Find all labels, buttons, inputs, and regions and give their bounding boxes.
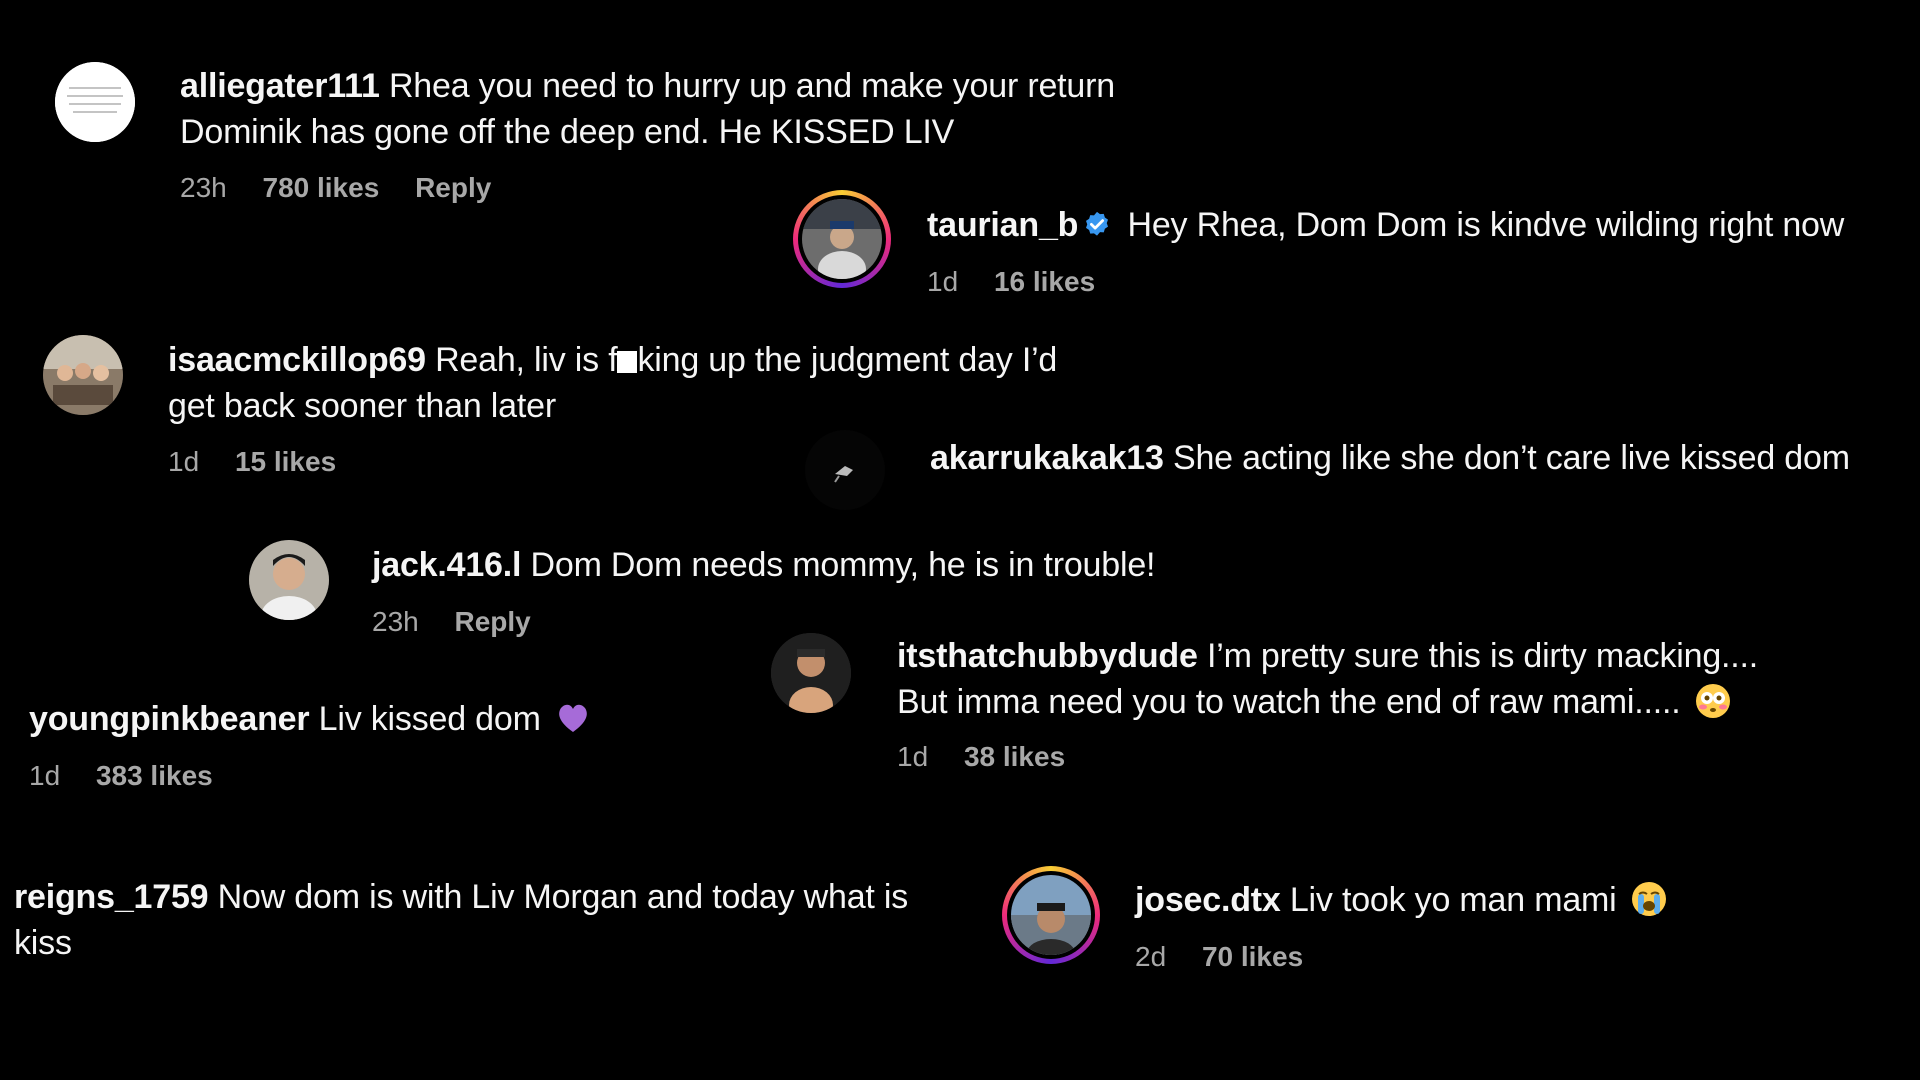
comment-text: Hey Rhea, Dom Dom is kindve wilding righ… xyxy=(1127,206,1845,244)
comment-text: Liv took yo man mami xyxy=(1289,881,1617,919)
username-link[interactable]: alliegater111 xyxy=(180,67,380,105)
comment-body: jack.416.l Dom Dom needs mommy, he is in… xyxy=(372,542,1272,588)
comment-text: She acting like she don’t care live kiss… xyxy=(1172,439,1850,477)
comment-text: Dominik has gone off the deep end. He KI… xyxy=(180,113,955,151)
comment-text: Rhea you need to hurry up and make your … xyxy=(388,67,1115,105)
purple-heart-emoji xyxy=(558,704,587,732)
reply-button[interactable]: Reply xyxy=(415,172,491,203)
comment-text: kiss xyxy=(14,924,72,962)
likes-count[interactable]: 780 likes xyxy=(263,172,380,203)
comment-body: josec.dtx Liv took yo man mami xyxy=(1135,877,1895,923)
flushed-face-emoji xyxy=(1695,684,1730,718)
username-link[interactable]: reigns_1759 xyxy=(14,878,209,916)
timestamp: 23h xyxy=(180,172,227,203)
comment-body: isaacmckillop69 Reah, liv is f king up th… xyxy=(168,337,1168,429)
comment-meta: 1d 16 likes xyxy=(927,266,1123,298)
avatar[interactable] xyxy=(805,430,885,510)
comment-body: reigns_1759 Now dom is with Liv Morgan a… xyxy=(14,874,974,966)
avatar[interactable] xyxy=(793,190,891,288)
avatar[interactable] xyxy=(249,540,329,620)
timestamp: 1d xyxy=(29,760,61,791)
likes-count[interactable]: 70 likes xyxy=(1202,941,1303,972)
comment-meta: 1d 15 likes xyxy=(168,446,364,478)
username-link[interactable]: josec.dtx xyxy=(1135,881,1281,919)
comment-text: Dom Dom needs mommy, he is in trouble! xyxy=(530,546,1156,584)
username-link[interactable]: jack.416.l xyxy=(372,546,521,584)
comment-body: taurian_b Hey Rhea, Dom Dom is kindve wi… xyxy=(927,202,1907,248)
username-link[interactable]: akarrukakak13 xyxy=(930,439,1164,477)
likes-count[interactable]: 16 likes xyxy=(994,266,1095,297)
comment-text: Liv kissed dom xyxy=(318,700,541,738)
timestamp: 23h xyxy=(372,606,419,637)
comment-meta: 23h 780 likes Reply xyxy=(180,172,519,204)
username-link[interactable]: isaacmckillop69 xyxy=(168,341,426,379)
username-link[interactable]: youngpinkbeaner xyxy=(29,700,310,738)
avatar[interactable] xyxy=(1002,866,1100,964)
comment-body: akarrukakak13 She acting like she don’t … xyxy=(930,435,1910,481)
comment-body: itsthatchubbydude I’m pretty sure this i… xyxy=(897,633,1897,725)
comment-meta: 23h Reply xyxy=(372,606,559,638)
timestamp: 1d xyxy=(168,446,200,477)
comment-meta: 1d 38 likes xyxy=(897,741,1093,773)
comment-text: I’m pretty sure this is dirty macking...… xyxy=(1206,637,1759,675)
reply-button[interactable]: Reply xyxy=(455,606,531,637)
avatar[interactable] xyxy=(55,62,135,142)
timestamp: 2d xyxy=(1135,941,1167,972)
censor-block xyxy=(617,351,638,373)
loudly-crying-face-emoji xyxy=(1631,882,1666,916)
likes-count[interactable]: 383 likes xyxy=(96,760,213,791)
timestamp: 1d xyxy=(927,266,959,297)
comment-body: youngpinkbeaner Liv kissed dom xyxy=(29,696,829,742)
likes-count[interactable]: 15 likes xyxy=(235,446,336,477)
username-link[interactable]: taurian_b xyxy=(927,206,1078,244)
comment-meta: 1d 383 likes xyxy=(29,760,241,792)
comment-text: get back sooner than later xyxy=(168,387,556,425)
comment-body: alliegater111 Rhea you need to hurry up … xyxy=(180,63,1180,155)
timestamp: 1d xyxy=(897,741,929,772)
username-link[interactable]: itsthatchubbydude xyxy=(897,637,1198,675)
avatar[interactable] xyxy=(43,335,123,415)
comment-text: But imma need you to watch the end of ra… xyxy=(897,683,1681,721)
likes-count[interactable]: 38 likes xyxy=(964,741,1065,772)
comment-meta: 2d 70 likes xyxy=(1135,941,1331,973)
verified-badge-icon xyxy=(1086,211,1109,236)
comment-text: Now dom is with Liv Morgan and today wha… xyxy=(217,878,909,916)
comment-text: Reah, liv is f king up the judgment day I… xyxy=(435,341,1058,379)
